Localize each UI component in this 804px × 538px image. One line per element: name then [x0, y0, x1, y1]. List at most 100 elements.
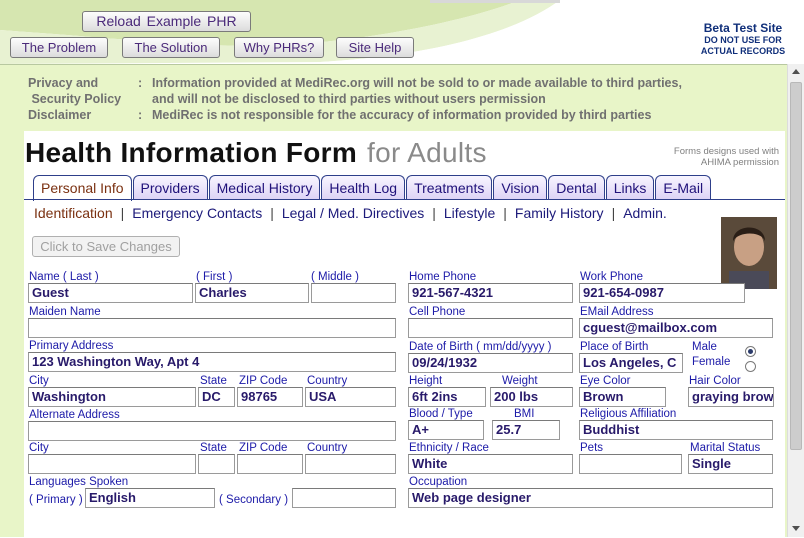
reload-example-button[interactable]: Reload Example PHR	[82, 11, 251, 32]
middle-name-field[interactable]	[311, 283, 396, 303]
religion-label: Religious Affiliation	[580, 408, 677, 420]
weight-label: Weight	[502, 375, 538, 387]
scroll-up-icon[interactable]	[792, 69, 800, 74]
hair-color-label: Hair Color	[689, 375, 741, 387]
country2-field[interactable]	[305, 454, 396, 474]
male-radio[interactable]	[745, 346, 756, 357]
privacy-label: Privacy and	[28, 76, 99, 90]
female-label: Female	[692, 356, 731, 368]
subnav-emergency-contacts[interactable]: Emergency Contacts	[132, 205, 262, 221]
hair-color-field[interactable]: graying brow	[688, 387, 774, 407]
home-phone-field[interactable]: 921-567-4321	[408, 283, 573, 303]
beta-notice: Beta Test Site DO NOT USE FOR ACTUAL REC…	[688, 21, 798, 57]
city-field[interactable]: Washington	[28, 387, 196, 407]
scrollbar-thumb[interactable]	[790, 82, 802, 450]
subnav-lifestyle[interactable]: Lifestyle	[444, 205, 495, 221]
tab-health-log[interactable]: Health Log	[321, 175, 406, 200]
tab-treatments[interactable]: Treatments	[406, 175, 493, 200]
dob-label: Date of Birth ( mm/dd/yyyy )	[409, 341, 552, 353]
state2-field[interactable]	[198, 454, 235, 474]
tab-dental[interactable]: Dental	[548, 175, 605, 200]
tab-personal-info[interactable]: Personal Info	[33, 175, 132, 201]
form-tabs: Personal Info Providers Medical History …	[33, 175, 712, 201]
eye-color-field[interactable]: Brown	[579, 387, 666, 407]
primary-address-label: Primary Address	[29, 340, 114, 352]
cell-phone-field[interactable]	[408, 318, 573, 338]
male-label: Male	[692, 341, 717, 353]
main-content: Privacy and : Information provided at Me…	[0, 64, 787, 538]
occupation-field[interactable]: Web page designer	[408, 488, 773, 508]
scroll-down-icon[interactable]	[792, 526, 800, 531]
subnav-identification[interactable]: Identification	[34, 205, 113, 221]
tab-medical-history[interactable]: Medical History	[208, 175, 321, 200]
occupation-label: Occupation	[409, 476, 468, 488]
form-credit: Forms designs used with AHIMA permission	[673, 146, 779, 168]
religion-field[interactable]: Buddhist	[579, 420, 773, 440]
blood-type-field[interactable]: A+	[408, 420, 484, 440]
subnav-family-history[interactable]: Family History	[515, 205, 604, 221]
last-name-label: Name ( Last )	[29, 271, 99, 283]
tab-links[interactable]: Links	[605, 175, 655, 200]
first-name-field[interactable]: Charles	[195, 283, 309, 303]
nav-site-help-button[interactable]: Site Help	[336, 37, 414, 58]
tab-email[interactable]: E-Mail	[655, 175, 712, 200]
bmi-label: BMI	[514, 408, 535, 420]
last-name-field[interactable]: Guest	[28, 283, 193, 303]
security-policy-label: Security Policy	[28, 92, 122, 106]
save-changes-button[interactable]: Click to Save Changes	[32, 236, 180, 257]
languages-label: Languages Spoken	[29, 476, 129, 488]
zip2-label: ZIP Code	[239, 442, 288, 454]
beta-warning-line-2: ACTUAL RECORDS	[700, 46, 786, 56]
privacy-text-2: and will not be disclosed to third parti…	[152, 92, 546, 106]
tab-providers[interactable]: Providers	[132, 175, 208, 200]
marital-status-field[interactable]: Single	[688, 454, 773, 474]
maiden-name-field[interactable]	[28, 318, 396, 338]
beta-title: Beta Test Site	[703, 21, 783, 35]
maiden-name-label: Maiden Name	[29, 306, 101, 318]
place-of-birth-label: Place of Birth	[580, 341, 649, 353]
dob-field[interactable]: 09/24/1932	[408, 353, 573, 373]
form-title: Health Information Form for Adults	[25, 137, 487, 168]
secondary-language-field[interactable]	[292, 488, 396, 508]
height-field[interactable]: 6ft 2ins	[408, 387, 486, 407]
primary-language-field[interactable]: English	[85, 488, 215, 508]
nav-the-solution-button[interactable]: The Solution	[122, 37, 220, 58]
disclaimer-text: MediRec is not responsible for the accur…	[152, 108, 652, 122]
primary-address-field[interactable]: 123 Washington Way, Apt 4	[28, 352, 396, 372]
female-radio[interactable]	[745, 361, 756, 372]
city-label: City	[29, 375, 49, 387]
beta-warning-line-1: DO NOT USE FOR	[704, 35, 782, 45]
nav-the-problem-button[interactable]: The Problem	[10, 37, 108, 58]
country-label: Country	[307, 375, 348, 387]
bmi-field[interactable]: 25.7	[492, 420, 560, 440]
blood-type-label: Blood / Type	[409, 408, 473, 420]
nav-why-phrs-button[interactable]: Why PHRs?	[234, 37, 324, 58]
marital-status-label: Marital Status	[690, 442, 761, 454]
city2-field[interactable]	[28, 454, 196, 474]
state-field[interactable]: DC	[198, 387, 235, 407]
ethnicity-field[interactable]: White	[408, 454, 573, 474]
height-label: Height	[409, 375, 443, 387]
place-of-birth-field[interactable]: Los Angeles, C	[579, 353, 683, 373]
email-label: EMail Address	[580, 306, 654, 318]
ethnicity-label: Ethnicity / Race	[409, 442, 489, 454]
country2-label: Country	[307, 442, 348, 454]
subnav-admin[interactable]: Admin.	[623, 205, 667, 221]
pets-field[interactable]	[579, 454, 682, 474]
page-scrollbar[interactable]	[787, 64, 804, 537]
email-field[interactable]: cguest@mailbox.com	[579, 318, 773, 338]
home-phone-label: Home Phone	[409, 271, 477, 283]
user-photo	[721, 217, 777, 289]
zip-field[interactable]: 98765	[237, 387, 303, 407]
tab-vision[interactable]: Vision	[493, 175, 548, 200]
health-form-panel: Health Information Form for Adults Forms …	[24, 131, 785, 538]
work-phone-field[interactable]: 921-654-0987	[579, 283, 745, 303]
middle-name-label: ( Middle )	[311, 271, 359, 283]
site-header: Reload Example PHR The Problem The Solut…	[0, 0, 804, 64]
subnav: Identification | Emergency Contacts | Legal …	[34, 205, 667, 221]
alternate-address-field[interactable]	[28, 421, 396, 441]
zip2-field[interactable]	[237, 454, 303, 474]
country-field[interactable]: USA	[305, 387, 396, 407]
weight-field[interactable]: 200 lbs	[490, 387, 573, 407]
subnav-legal-directives[interactable]: Legal / Med. Directives	[282, 205, 424, 221]
